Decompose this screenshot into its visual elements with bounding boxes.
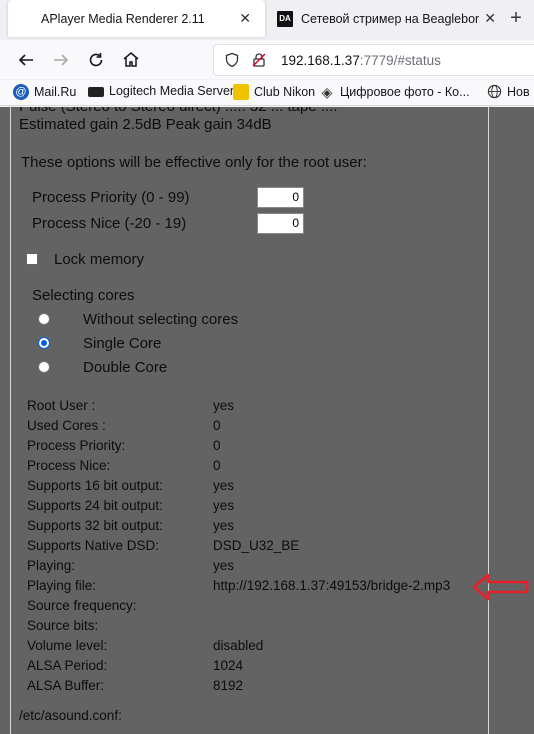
bookmark-label: Logitech Media Server	[109, 84, 235, 98]
status-key: Supports 24 bit output:	[27, 498, 163, 513]
panel-border-right	[488, 107, 489, 734]
status-key: Supports 16 bit output:	[27, 478, 163, 493]
clipped-line-text: Pulse (Stereo to Stereo direct) ..... 32…	[19, 107, 338, 115]
reload-button[interactable]	[84, 48, 108, 72]
status-value: 0	[213, 438, 221, 453]
address-bar[interactable]: 192.168.1.37:7779/#status	[213, 44, 534, 76]
root-user-note: These options will be effective only for…	[21, 154, 367, 171]
nice-input[interactable]: 0	[257, 213, 304, 234]
status-value: yes	[213, 398, 235, 413]
tab-beaglebone[interactable]: DA Сетевой стример на Beaglebor ✕	[268, 0, 500, 37]
radio-without-cores[interactable]	[38, 313, 50, 325]
new-tab-button[interactable]: +	[503, 6, 529, 32]
status-key: Supports Native DSD:	[27, 538, 160, 553]
status-key: Volume level:	[27, 638, 108, 653]
arrow-right-icon	[54, 54, 69, 66]
status-key: Root User :	[27, 398, 96, 413]
radio-double-core[interactable]	[38, 361, 50, 373]
tab-aplayer[interactable]: APlayer Media Renderer 2.11 ✕	[8, 0, 265, 37]
status-key: Playing:	[27, 558, 76, 573]
lock-memory-checkbox[interactable]	[26, 253, 38, 265]
bookmarks-toolbar: @ Mail.Ru Logitech Media Server Club Nik…	[0, 80, 534, 106]
bookmark-label: Нов	[507, 85, 530, 99]
status-key: ALSA Period:	[27, 658, 108, 673]
priority-input[interactable]: 0	[257, 187, 304, 208]
gain-info: Estimated gain 2.5dB Peak gain 34dB	[19, 116, 272, 133]
monitor-icon	[88, 87, 104, 97]
bookmark-label: Цифровое фото - Ко...	[340, 85, 470, 99]
forward-button[interactable]	[49, 48, 73, 72]
radio-single-core[interactable]	[38, 337, 50, 349]
radio-label-single-core: Single Core	[83, 335, 162, 352]
url-text[interactable]: 192.168.1.37:7779/#status	[281, 53, 441, 68]
insecure-lock-icon[interactable]	[251, 52, 267, 68]
nikon-icon	[233, 84, 249, 100]
bookmark-logitech[interactable]: Logitech Media Server	[88, 84, 234, 98]
bookmark-label: Club Nikon	[254, 85, 316, 99]
playing-file-url: http://192.168.1.37:49153/bridge-2.mp3	[213, 578, 451, 593]
selecting-cores-label: Selecting cores	[32, 287, 135, 304]
da-favicon-icon: DA	[277, 10, 293, 27]
status-value: yes	[213, 478, 235, 493]
tab-label: APlayer Media Renderer 2.11	[41, 11, 205, 26]
status-value: DSD_U32_BE	[213, 538, 300, 553]
diamond-icon: ◈	[321, 84, 333, 100]
home-button[interactable]	[119, 48, 143, 72]
status-value: 0	[213, 458, 221, 473]
lock-memory-label: Lock memory	[54, 251, 145, 268]
tab-strip: APlayer Media Renderer 2.11 ✕ DA Сетевой…	[0, 0, 534, 37]
at-icon: @	[13, 84, 29, 100]
bookmark-new[interactable]: Нов	[486, 84, 530, 100]
radio-label-without-cores: Without selecting cores	[83, 311, 239, 328]
back-button[interactable]	[14, 48, 38, 72]
arrow-left-icon	[18, 54, 33, 66]
status-key: Source frequency:	[27, 598, 137, 613]
url-path: :7779/#status	[359, 52, 441, 68]
globe-icon	[486, 84, 502, 100]
url-host: 192.168.1.37	[281, 52, 360, 68]
asound-conf-label: /etc/asound.conf:	[19, 708, 122, 723]
close-tab-icon[interactable]: ✕	[484, 10, 496, 27]
navigation-bar: 192.168.1.37:7779/#status	[0, 40, 534, 79]
status-key: Source bits:	[27, 618, 99, 633]
status-key: Playing file:	[27, 578, 97, 593]
shield-icon[interactable]	[224, 52, 240, 68]
home-icon	[123, 52, 139, 67]
status-key: Process Priority:	[27, 438, 126, 453]
status-value: yes	[213, 518, 235, 533]
status-value: disabled	[213, 638, 264, 653]
close-tab-icon[interactable]: ✕	[239, 10, 251, 27]
nice-label: Process Nice (-20 - 19)	[32, 215, 187, 232]
status-key: Supports 32 bit output:	[27, 518, 163, 533]
status-key: Used Cores :	[27, 418, 106, 433]
tab-label: Сетевой стример на Beaglebor	[301, 11, 480, 26]
panel-border-left	[10, 107, 11, 734]
priority-label: Process Priority (0 - 99)	[32, 189, 190, 206]
radio-label-double-core: Double Core	[83, 359, 168, 376]
status-value: yes	[213, 498, 235, 513]
reload-icon	[89, 53, 103, 67]
bookmark-mailru[interactable]: @ Mail.Ru	[13, 84, 76, 100]
bookmark-club-nikon[interactable]: Club Nikon	[233, 84, 315, 100]
status-value: 0	[213, 418, 221, 433]
red-arrow-annotation-icon	[472, 573, 529, 601]
status-value: 8192	[213, 678, 244, 693]
status-value: yes	[213, 558, 235, 573]
status-key: Process Nice:	[27, 458, 111, 473]
status-value: 1024	[213, 658, 244, 673]
status-key: ALSA Buffer:	[27, 678, 105, 693]
page-content: Pulse (Stereo to Stereo direct) ..... 32…	[0, 107, 534, 734]
bookmark-digital-photo[interactable]: ◈ Цифровое фото - Ко...	[319, 84, 470, 100]
bookmark-label: Mail.Ru	[34, 85, 77, 99]
